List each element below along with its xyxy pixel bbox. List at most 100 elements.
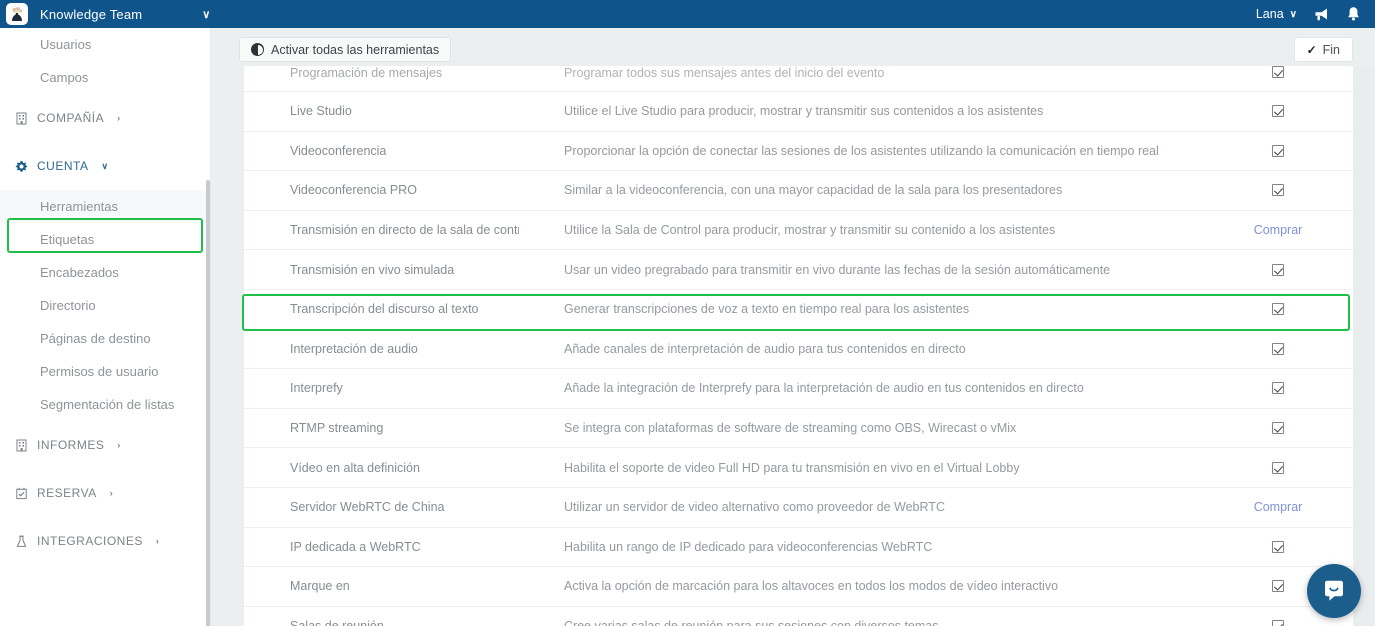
tool-enabled-checkbox[interactable]	[1272, 620, 1284, 626]
tool-enabled-checkbox[interactable]	[1272, 382, 1284, 395]
table-row[interactable]: Vídeo en alta definición Habilita el sop…	[244, 448, 1353, 488]
sidebar-item-etiquetas[interactable]: Etiquetas	[0, 223, 210, 256]
tool-enabled-checkbox[interactable]	[1272, 303, 1284, 316]
sidebar-item-label: Permisos de usuario	[40, 364, 159, 379]
table-row[interactable]: Transmisión en directo de la sala de con…	[244, 211, 1353, 251]
chevron-right-icon: ›	[117, 113, 121, 123]
team-logo-icon[interactable]	[6, 3, 28, 25]
tool-name: Servidor WebRTC de China	[290, 500, 445, 515]
table-row-highlighted[interactable]: Transcripción del discurso al texto Gene…	[244, 289, 1353, 330]
sidebar-item-herramientas[interactable]: Herramientas	[0, 190, 210, 223]
tool-name: Interprefy	[290, 381, 343, 396]
tool-description: Programar todos sus mensajes antes del i…	[564, 66, 885, 80]
tool-enabled-checkbox[interactable]	[1272, 580, 1284, 593]
sidebar-item-label: Encabezados	[40, 265, 119, 280]
sidebar-item-label: Páginas de destino	[40, 331, 151, 346]
sidebar-item-usuarios[interactable]: Usuarios	[0, 28, 210, 61]
buy-link[interactable]: Comprar	[1254, 500, 1303, 514]
tool-description: Activa la opción de marcación para los a…	[564, 579, 1059, 594]
sidebar-item-directorio[interactable]: Directorio	[0, 289, 210, 322]
activate-all-tools-button[interactable]: Activar todas las herramientas	[239, 37, 452, 62]
finish-label: Fin	[1322, 42, 1340, 57]
tool-enabled-checkbox[interactable]	[1272, 422, 1284, 435]
sidebar-section-compania[interactable]: COMPAÑÍA ›	[0, 94, 210, 142]
tool-name: Live Studio	[290, 104, 352, 119]
tool-enabled-checkbox[interactable]	[1272, 263, 1284, 276]
sidebar-section-informes[interactable]: INFORMES ›	[0, 421, 210, 469]
tool-description: Se integra con plataformas de software d…	[564, 421, 1017, 436]
sidebar-section-label: INTEGRACIONES	[37, 534, 143, 548]
tool-action	[1203, 461, 1353, 474]
toggle-icon	[251, 43, 264, 56]
tool-enabled-checkbox[interactable]	[1272, 342, 1284, 355]
building-icon	[14, 111, 28, 125]
gear-icon	[14, 159, 28, 173]
sidebar-scrollbar[interactable]	[206, 180, 210, 626]
sidebar-item-segmentacion-de-listas[interactable]: Segmentación de listas	[0, 388, 210, 421]
tool-description: Proporcionar la opción de conectar las s…	[564, 143, 1159, 158]
tool-name: Transmisión en vivo simulada	[290, 262, 455, 277]
sidebar-section-integraciones[interactable]: INTEGRACIONES ›	[0, 517, 210, 565]
table-row[interactable]: Transmisión en vivo simulada Usar un vid…	[244, 250, 1353, 290]
finish-button[interactable]: ✓ Fin	[1293, 37, 1353, 62]
table-row[interactable]: Programación de mensajes Programar todos…	[244, 66, 1353, 92]
tool-name: Vídeo en alta definición	[290, 460, 420, 475]
tool-action	[1203, 184, 1353, 197]
user-menu[interactable]: Lana ∨	[1256, 7, 1297, 21]
tool-description: Habilita el soporte de video Full HD par…	[564, 460, 1020, 475]
tool-action	[1203, 263, 1353, 276]
tool-enabled-checkbox[interactable]	[1272, 105, 1284, 118]
building-icon	[14, 438, 28, 452]
table-row[interactable]: Marque en Activa la opción de marcación …	[244, 567, 1353, 607]
tool-name: Programación de mensajes	[290, 66, 443, 80]
tool-name: Salas de reunión	[244, 619, 519, 626]
brand-title: Knowledge Team	[40, 6, 143, 22]
table-row[interactable]: Live Studio Utilice el Live Studio para …	[244, 92, 1353, 132]
sidebar-item-label: Campos	[40, 70, 89, 85]
tool-enabled-checkbox[interactable]	[1272, 184, 1284, 197]
sidebar-item-permisos-de-usuario[interactable]: Permisos de usuario	[0, 355, 210, 388]
sidebar-section-cuenta[interactable]: CUENTA ∨	[0, 142, 210, 190]
tool-action	[1203, 342, 1353, 355]
tool-enabled-checkbox[interactable]	[1272, 144, 1284, 157]
tool-description: Cree varias salas de reunión para sus se…	[519, 619, 1203, 626]
chevron-right-icon: ›	[109, 488, 114, 498]
brand-chevron-down-icon[interactable]: ∨	[202, 8, 210, 21]
tool-enabled-checkbox[interactable]	[1272, 66, 1284, 78]
main-scroll-gutter[interactable]	[1354, 66, 1375, 626]
tool-action	[1203, 382, 1353, 395]
chat-launcher-button[interactable]	[1307, 564, 1361, 618]
sidebar-item-encabezados[interactable]: Encabezados	[0, 256, 210, 289]
sidebar-item-campos[interactable]: Campos	[0, 61, 210, 94]
sidebar-item-label: Directorio	[40, 298, 96, 313]
tools-toolbar: Activar todas las herramientas ✓ Fin	[211, 28, 1375, 66]
sidebar-item-paginas-de-destino[interactable]: Páginas de destino	[0, 322, 210, 355]
tool-action: Comprar	[1203, 223, 1353, 237]
bell-icon[interactable]	[1346, 6, 1361, 22]
calendar-check-icon	[14, 486, 28, 500]
megaphone-icon[interactable]	[1313, 7, 1330, 22]
table-row[interactable]: Salas de reunión Cree varias salas de re…	[244, 607, 1353, 626]
table-row[interactable]: Servidor WebRTC de China Utilizar un ser…	[244, 488, 1353, 528]
sidebar-section-reserva[interactable]: RESERVA ›	[0, 469, 210, 517]
buy-link[interactable]: Comprar	[1254, 223, 1303, 237]
tool-enabled-checkbox[interactable]	[1272, 461, 1284, 474]
table-row[interactable]: Videoconferencia PRO Similar a la videoc…	[244, 171, 1353, 211]
sidebar-item-label: Usuarios	[40, 37, 92, 52]
tools-table: Programación de mensajes Programar todos…	[243, 66, 1354, 626]
table-row[interactable]: RTMP streaming Se integra con plataforma…	[244, 409, 1353, 449]
tool-description: Añade la integración de Interprefy para …	[564, 381, 1084, 396]
chevron-right-icon: ›	[155, 536, 160, 546]
tool-description: Usar un video pregrabado para transmitir…	[564, 262, 1111, 277]
table-row[interactable]: Videoconferencia Proporcionar la opción …	[244, 132, 1353, 172]
tool-description: Utilice el Live Studio para producir, mo…	[564, 104, 1044, 119]
tool-action	[1203, 303, 1353, 316]
tool-enabled-checkbox[interactable]	[1272, 540, 1284, 553]
tool-action	[1203, 620, 1353, 626]
table-row[interactable]: Interpretación de audio Añade canales de…	[244, 330, 1353, 370]
tool-action	[1203, 422, 1353, 435]
tool-name: Transcripción del discurso al texto	[290, 302, 479, 317]
table-row[interactable]: IP dedicada a WebRTC Habilita un rango d…	[244, 528, 1353, 568]
table-row[interactable]: Interprefy Añade la integración de Inter…	[244, 369, 1353, 409]
sidebar-item-label: Herramientas	[40, 199, 119, 214]
